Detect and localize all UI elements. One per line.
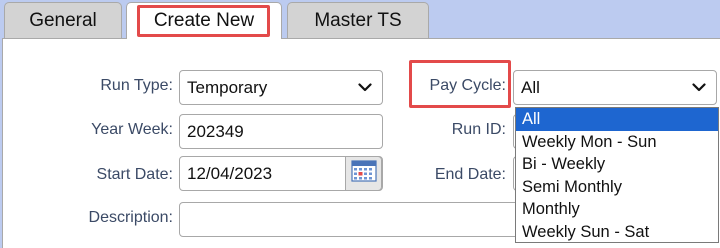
description-label: Description: [88,209,173,226]
run-id-label: Run ID: [451,121,506,138]
year-week-label: Year Week: [91,121,173,138]
tab-general-label: General [29,9,97,31]
pay-cycle-option-semi-monthly[interactable]: Semi Monthly [516,176,718,199]
start-date-label: Start Date: [96,166,173,183]
pay-cycle-value: All [521,77,540,97]
pay-cycle-option-weekly-sun-sat[interactable]: Weekly Sun - Sat [516,221,718,244]
end-date-label: End Date: [434,166,506,183]
run-type-label: Run Type: [100,77,173,94]
start-date-value: 12/04/2023 [187,163,273,183]
pay-cycle-option-all[interactable]: All [516,108,718,131]
calendar-button[interactable] [345,156,382,191]
pay-cycle-label: Pay Cycle: [429,77,506,94]
pay-cycle-dropdown-list: All Weekly Mon - Sun Bi - Weekly Semi Mo… [515,107,719,243]
pay-cycle-option-monthly[interactable]: Monthly [516,198,718,221]
year-week-value: 202349 [187,121,244,141]
chevron-down-icon [358,83,372,92]
tab-create-new[interactable]: Create New [126,2,282,39]
tab-master-ts-label: Master TS [314,9,402,31]
run-type-select[interactable]: Temporary [179,70,383,105]
tab-master-ts[interactable]: Master TS [287,2,429,38]
chevron-down-icon [692,83,706,92]
tab-general[interactable]: General [4,2,122,38]
pay-cycle-option-bi-weekly[interactable]: Bi - Weekly [516,153,718,176]
pay-cycle-select[interactable]: All [513,70,717,105]
pay-cycle-option-weekly-mon-sun[interactable]: Weekly Mon - Sun [516,131,718,154]
year-week-input[interactable]: 202349 [179,114,383,149]
tab-create-new-label: Create New [153,10,255,31]
calendar-icon [350,160,377,187]
run-type-value: Temporary [187,77,268,97]
